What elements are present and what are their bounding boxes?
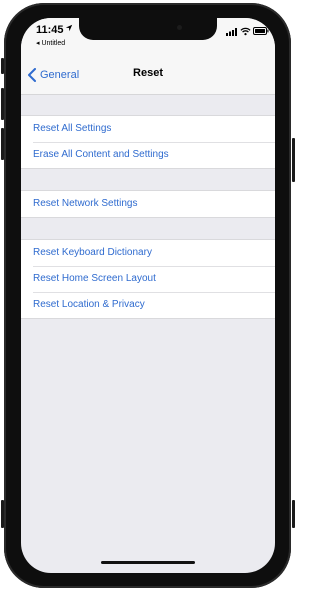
back-to-app-link[interactable]: ◂ Untitled [36, 39, 65, 47]
battery-icon [253, 27, 269, 35]
status-time: 11:45 [36, 24, 64, 36]
volume-down-button [1, 128, 4, 160]
frame-edge-left [1, 500, 4, 528]
erase-all-content-item[interactable]: Erase All Content and Settings [21, 142, 275, 168]
volume-up-button [1, 88, 4, 120]
silent-switch [1, 58, 4, 74]
navigation-bar: General Reset [21, 58, 275, 95]
reset-group-1: Reset All Settings Erase All Content and… [21, 115, 275, 169]
notch [79, 18, 217, 40]
home-indicator[interactable] [101, 561, 195, 564]
page-title: Reset [133, 67, 163, 79]
reset-group-3: Reset Keyboard Dictionary Reset Home Scr… [21, 239, 275, 319]
power-button [292, 138, 295, 182]
location-arrow-icon [65, 24, 73, 32]
camera-dot [177, 25, 182, 30]
frame-edge-right [292, 500, 295, 528]
reset-keyboard-dictionary-item[interactable]: Reset Keyboard Dictionary [21, 240, 275, 266]
reset-home-screen-layout-item[interactable]: Reset Home Screen Layout [21, 266, 275, 292]
reset-group-2: Reset Network Settings [21, 190, 275, 218]
reset-all-settings-item[interactable]: Reset All Settings [21, 116, 275, 142]
reset-location-privacy-item[interactable]: Reset Location & Privacy [21, 292, 275, 318]
signal-icon [226, 28, 237, 36]
wifi-icon [240, 27, 251, 36]
reset-options-list: Reset All Settings Erase All Content and… [21, 95, 275, 319]
screen: 11:45 ◂ Untitled General Reset Reset All… [21, 18, 275, 573]
reset-network-settings-item[interactable]: Reset Network Settings [21, 191, 275, 217]
